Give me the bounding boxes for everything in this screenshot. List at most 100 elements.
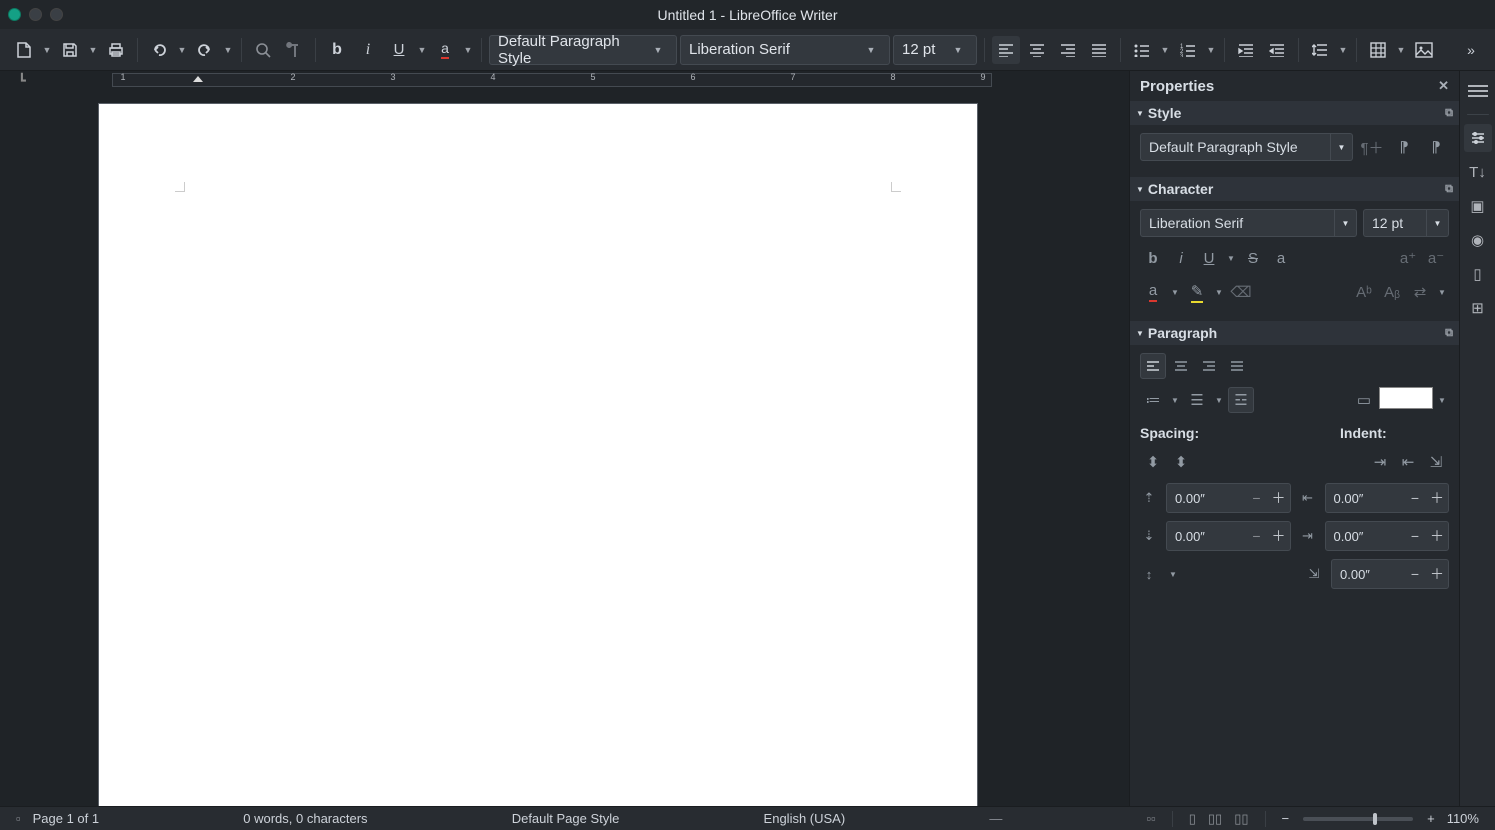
new-document-icon[interactable] — [10, 36, 38, 64]
edit-style-icon[interactable]: ⁋ — [1423, 134, 1449, 160]
ordered-list-icon[interactable]: 123 — [1174, 36, 1202, 64]
ordered-list-icon[interactable]: ☰ — [1184, 387, 1210, 413]
space-below-spinner[interactable]: 0.00″ − ＋ — [1166, 521, 1291, 551]
section-header-character[interactable]: ▼ Character ⧉ — [1130, 177, 1459, 201]
indent-marker[interactable] — [193, 76, 203, 82]
decrement-button[interactable]: − — [1246, 528, 1268, 544]
insert-table-dropdown[interactable]: ▼ — [1395, 36, 1407, 64]
increase-spacing-icon[interactable]: ⬍ — [1140, 449, 1166, 475]
decrement-button[interactable]: − — [1246, 490, 1268, 506]
increment-button[interactable]: ＋ — [1426, 526, 1448, 546]
font-name-combo[interactable]: Liberation Serif ▼ — [680, 35, 890, 65]
tab-styles-icon[interactable]: T↓ — [1464, 158, 1492, 186]
save-icon[interactable] — [56, 36, 84, 64]
underline-dropdown[interactable]: ▼ — [416, 36, 428, 64]
highlight-color-icon[interactable]: ✎ — [1184, 279, 1210, 305]
increase-indent-icon[interactable]: ⇥ — [1367, 449, 1393, 475]
align-right-icon[interactable] — [1196, 353, 1222, 379]
line-spacing-icon[interactable] — [1306, 36, 1334, 64]
zoom-out-button[interactable]: − — [1276, 811, 1296, 826]
status-words[interactable]: 0 words, 0 characters — [237, 811, 373, 826]
unordered-list-dropdown[interactable]: ▼ — [1159, 36, 1171, 64]
bg-color-swatch[interactable] — [1379, 387, 1433, 409]
detach-icon[interactable]: ⧉ — [1445, 107, 1453, 120]
decrease-spacing-icon[interactable]: ⬍ — [1168, 449, 1194, 475]
char-size-dropdown[interactable]: ▼ — [1427, 209, 1449, 237]
decrement-button[interactable]: − — [1404, 566, 1426, 582]
strikethrough-icon[interactable]: S — [1240, 245, 1266, 271]
decrease-indent-icon[interactable] — [1263, 36, 1291, 64]
highlight-color-dropdown[interactable]: ▼ — [1212, 279, 1226, 305]
shadow-icon[interactable]: a — [1268, 245, 1294, 271]
increase-indent-icon[interactable] — [1232, 36, 1260, 64]
char-spacing-icon[interactable]: ⇄ — [1407, 279, 1433, 305]
sidebar-close-icon[interactable]: ✕ — [1438, 78, 1449, 94]
status-selection-mode[interactable]: ▫▫ — [1141, 811, 1162, 826]
print-icon[interactable] — [102, 36, 130, 64]
update-style-icon[interactable]: ⁋ — [1391, 134, 1417, 160]
status-view-multi-icon[interactable]: ▯▯ — [1202, 811, 1228, 827]
align-left-icon[interactable] — [1140, 353, 1166, 379]
subscript-icon[interactable]: Aᵦ — [1379, 279, 1405, 305]
status-view-book-icon[interactable]: ▯▯ — [1228, 811, 1254, 827]
underline-icon[interactable]: U — [1196, 245, 1222, 271]
outline-icon[interactable]: ☲ — [1228, 387, 1254, 413]
font-color-icon[interactable]: a — [1140, 279, 1166, 305]
redo-dropdown[interactable]: ▼ — [222, 36, 234, 64]
underline-dropdown[interactable]: ▼ — [1224, 245, 1238, 271]
align-justify-icon[interactable] — [1224, 353, 1250, 379]
font-color-icon[interactable]: a — [431, 36, 459, 64]
bg-color-icon[interactable]: ▭ — [1351, 387, 1377, 413]
new-style-icon[interactable]: ¶＋ — [1359, 134, 1385, 160]
bold-icon[interactable]: b — [1140, 245, 1166, 271]
find-icon[interactable] — [249, 36, 277, 64]
unordered-list-icon[interactable]: ≔ — [1140, 387, 1166, 413]
char-size-combo[interactable]: 12 pt — [1363, 209, 1427, 237]
char-font-dropdown[interactable]: ▼ — [1335, 209, 1357, 237]
decrease-size-icon[interactable]: a⁻ — [1423, 245, 1449, 271]
line-spacing-dropdown[interactable]: ▼ — [1166, 561, 1180, 587]
style-dropdown[interactable]: ▼ — [1331, 133, 1353, 161]
zoom-slider[interactable] — [1303, 817, 1413, 821]
toolbar-overflow-icon[interactable]: » — [1457, 36, 1485, 64]
tab-navigator-icon[interactable]: ◉ — [1464, 226, 1492, 254]
status-page-style[interactable]: Default Page Style — [506, 811, 626, 826]
decrease-indent-icon[interactable]: ⇤ — [1395, 449, 1421, 475]
insert-image-icon[interactable] — [1410, 36, 1438, 64]
indent-after-spinner[interactable]: 0.00″ − ＋ — [1325, 521, 1450, 551]
increment-button[interactable]: ＋ — [1426, 488, 1448, 508]
hanging-indent-icon[interactable]: ⇲ — [1423, 449, 1449, 475]
font-color-dropdown[interactable]: ▼ — [1168, 279, 1182, 305]
increment-button[interactable]: ＋ — [1268, 488, 1290, 508]
ordered-list-dropdown[interactable]: ▼ — [1212, 387, 1226, 413]
align-left-icon[interactable] — [992, 36, 1020, 64]
ordered-list-dropdown[interactable]: ▼ — [1205, 36, 1217, 64]
tab-inspector-icon[interactable]: ⊞ — [1464, 294, 1492, 322]
bold-icon[interactable]: b — [323, 36, 351, 64]
italic-icon[interactable]: i — [354, 36, 382, 64]
italic-icon[interactable]: i — [1168, 245, 1194, 271]
document-scroll[interactable] — [0, 89, 1129, 806]
unordered-list-icon[interactable] — [1128, 36, 1156, 64]
new-document-dropdown[interactable]: ▼ — [41, 36, 53, 64]
font-size-combo[interactable]: 12 pt ▼ — [893, 35, 977, 65]
zoom-thumb[interactable] — [1373, 813, 1377, 825]
superscript-icon[interactable]: Aᵇ — [1351, 279, 1377, 305]
insert-table-icon[interactable] — [1364, 36, 1392, 64]
status-insert-mode[interactable]: — — [983, 811, 1008, 826]
underline-icon[interactable]: U — [385, 36, 413, 64]
font-color-dropdown[interactable]: ▼ — [462, 36, 474, 64]
char-spacing-dropdown[interactable]: ▼ — [1435, 279, 1449, 305]
first-line-indent-spinner[interactable]: 0.00″ − ＋ — [1331, 559, 1449, 589]
clear-formatting-icon[interactable]: ⌫ — [1228, 279, 1254, 305]
align-center-icon[interactable] — [1023, 36, 1051, 64]
indent-before-spinner[interactable]: 0.00″ − ＋ — [1325, 483, 1450, 513]
style-combo[interactable]: Default Paragraph Style — [1140, 133, 1331, 161]
status-page[interactable]: Page 1 of 1 — [27, 811, 106, 826]
detach-icon[interactable]: ⧉ — [1445, 183, 1453, 196]
redo-icon[interactable] — [191, 36, 219, 64]
window-minimize-button[interactable] — [29, 8, 42, 21]
detach-icon[interactable]: ⧉ — [1445, 327, 1453, 340]
horizontal-ruler[interactable]: 1 2 3 4 5 6 7 8 9 — [112, 73, 992, 87]
char-font-combo[interactable]: Liberation Serif — [1140, 209, 1335, 237]
